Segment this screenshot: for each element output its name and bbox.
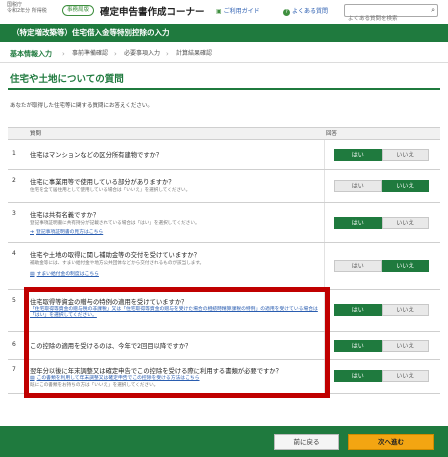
column-header-answer: 回答 xyxy=(326,131,338,137)
no-button[interactable]: いいえ xyxy=(381,217,429,229)
step-arrow-icon: › xyxy=(166,50,169,58)
top-header: 国税庁 令和2年分 所得税 事務局版 確定申告書作成コーナー ▣ ご利用ガイド ?… xyxy=(0,0,448,25)
row-number: 4 xyxy=(12,250,16,257)
step-preparation: 事前準備確認 xyxy=(72,50,109,57)
step-arrow-icon: › xyxy=(62,50,65,58)
section-banner: （特定増改築等）住宅借入金等特別控除の入力 xyxy=(0,24,448,42)
column-header-question: 質問 xyxy=(30,131,42,137)
step-arrow-icon: › xyxy=(114,50,117,58)
yes-button[interactable]: はい xyxy=(334,217,382,229)
back-button[interactable]: 前に戻る xyxy=(274,434,339,450)
table-header: 質問 回答 xyxy=(8,128,440,140)
guide-link-label: ご利用ガイド xyxy=(223,8,260,15)
help-link-label: すまい給付金の制度はこちら xyxy=(36,272,99,277)
table-row: 2 住宅に事業用等で使用している部分がありますか？ 住宅を全て居住用として使用し… xyxy=(8,170,440,203)
guide-link[interactable]: ▣ ご利用ガイド xyxy=(216,6,260,15)
no-button[interactable]: いいえ xyxy=(381,149,429,161)
step-indicator: 基本情報入力 › 事前準備確認 › 必要事項入力 › 計算結果確認 xyxy=(0,48,448,60)
table-row: 1 住宅はマンションなどの区分所有建物ですか？ はい いいえ xyxy=(8,140,440,170)
question-note: 登記事項証明書に共有持分が記載されている場合は「はい」を選択してください。 xyxy=(30,221,200,226)
row-number: 2 xyxy=(12,177,16,184)
faq-link-label: よくある質問 xyxy=(292,8,329,15)
header-meta: 国税庁 令和2年分 所得税 xyxy=(7,2,47,14)
highlight-annotation xyxy=(24,287,330,398)
column-divider xyxy=(324,203,325,242)
table-row: 4 住宅や土地の取得に関し補助金等の交付を受けていますか？ 補助金等には、すまい… xyxy=(8,243,440,290)
yes-button[interactable]: はい xyxy=(334,149,382,161)
table-row: 3 住宅は共有名義ですか？ 登記事項証明書に共有持分が記載されている場合は「はい… xyxy=(8,203,440,243)
question-icon: ? xyxy=(283,9,290,16)
search-input[interactable] xyxy=(345,13,425,25)
no-button[interactable]: いいえ xyxy=(381,180,429,192)
help-link-label: 登記事項証明書の見方はこちら xyxy=(36,230,104,235)
header-tax-type: 所得税 xyxy=(31,8,47,14)
yes-no-toggle: はい いいえ xyxy=(334,217,429,229)
app-title: 確定申告書作成コーナー xyxy=(100,7,205,18)
yes-button[interactable]: はい xyxy=(334,370,382,382)
step-input: 必要事項入力 xyxy=(124,50,161,57)
yes-button[interactable]: はい xyxy=(334,180,382,192)
step-basic-info: 基本情報入力 xyxy=(10,50,52,58)
search-icon[interactable]: ⌕ xyxy=(431,6,435,15)
row-number: 3 xyxy=(12,210,16,217)
row-number: 6 xyxy=(12,341,16,348)
yes-no-toggle: はい いいえ xyxy=(334,370,429,382)
yes-no-toggle: はい いいえ xyxy=(334,260,429,272)
header-badge: 事務局版 xyxy=(62,5,95,16)
column-divider xyxy=(324,140,325,169)
step-divider xyxy=(0,62,448,63)
yes-no-toggle: はい いいえ xyxy=(334,180,429,192)
yes-no-toggle: はい いいえ xyxy=(334,149,429,161)
question-text: 住宅は共有名義ですか？ xyxy=(30,212,100,219)
arrow-right-icon: ➔ xyxy=(30,230,35,235)
no-button[interactable]: いいえ xyxy=(381,370,429,382)
faq-search: ⌕ xyxy=(344,4,438,25)
page-title-underline xyxy=(8,88,440,90)
footer-bar: 前に戻る 次へ進む xyxy=(0,426,448,457)
question-note: 補助金等には、すまい給付金や地方公共団体などから交付されるものが該当します。 xyxy=(30,261,205,266)
yes-no-toggle: はい いいえ xyxy=(334,340,429,352)
no-button[interactable]: いいえ xyxy=(381,260,429,272)
help-link[interactable]: ▤ すまい給付金の制度はこちら xyxy=(30,272,320,278)
yes-no-toggle: はい いいえ xyxy=(334,304,429,316)
row-number: 7 xyxy=(12,366,16,373)
yes-button[interactable]: はい xyxy=(334,260,382,272)
column-divider xyxy=(324,170,325,202)
question-text: 住宅はマンションなどの区分所有建物ですか？ xyxy=(30,152,163,159)
yes-button[interactable]: はい xyxy=(334,340,382,352)
faq-link[interactable]: ? よくある質問 xyxy=(283,6,328,16)
header-year: 令和2年分 xyxy=(7,8,31,14)
column-divider xyxy=(324,243,325,289)
no-button[interactable]: いいえ xyxy=(381,304,429,316)
book-icon: ▤ xyxy=(30,272,35,277)
page-title: 住宅や土地についての質問 xyxy=(10,74,124,85)
help-link[interactable]: ➔ 登記事項証明書の見方はこちら xyxy=(30,230,320,236)
next-button[interactable]: 次へ進む xyxy=(348,434,434,450)
intro-text: あなたが取得した住宅等に関する質問にお答えください。 xyxy=(10,103,153,109)
step-result: 計算結果確認 xyxy=(176,50,213,57)
yes-button[interactable]: はい xyxy=(334,304,382,316)
row-number: 1 xyxy=(12,150,16,157)
book-icon: ▣ xyxy=(216,8,222,15)
question-text: 住宅や土地の取得に関し補助金等の交付を受けていますか？ xyxy=(30,252,201,259)
row-number: 5 xyxy=(12,297,16,304)
no-button[interactable]: いいえ xyxy=(381,340,429,352)
question-note: 住宅を全て居住用として使用している場合は「いいえ」を選択してください。 xyxy=(30,188,191,193)
question-text: 住宅に事業用等で使用している部分がありますか？ xyxy=(30,179,175,186)
